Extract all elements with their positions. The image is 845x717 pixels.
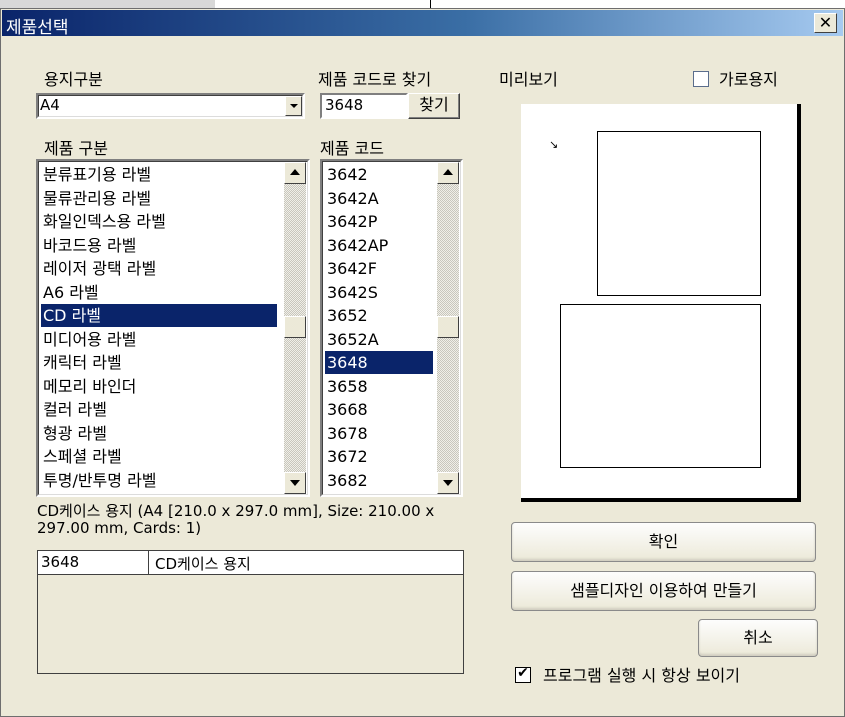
arrow-up-icon [290,169,300,175]
always-show-label[interactable]: 프로그램 실행 시 항상 보이기 [543,662,740,686]
arrow-down-icon [290,480,300,486]
code-search-input[interactable]: 3648 [320,93,408,119]
find-button[interactable]: 찾기 [408,93,460,119]
code-scroll-down-button[interactable] [437,472,459,494]
code-search-value: 3648 [325,96,364,114]
category-scroll-up-button[interactable] [284,162,306,184]
list-item-code[interactable]: 3642F [325,257,433,280]
list-item-code[interactable]: 3672 [325,445,433,468]
sample-design-button[interactable]: 샘플디자인 이용하여 만들기 [511,571,816,611]
preview-label-bottom [560,304,761,468]
list-item-code[interactable]: 3642P [325,210,433,233]
preview-pane: ↘ [521,104,801,502]
background-tab [0,0,215,8]
code-scrollbar[interactable] [437,162,459,494]
list-item-code[interactable]: 3648 [325,351,433,374]
table-cell-name: CD케이스 용지 [155,555,251,573]
category-scroll-thumb[interactable] [284,316,306,338]
list-item-code[interactable]: 3678 [325,422,433,445]
list-item-category[interactable]: 스페셜 라벨 [41,445,277,468]
table-cell-code: 3648 [41,553,80,571]
list-item-category[interactable]: 투명/반투명 라벨 [41,469,277,492]
paper-type-label: 용지구분 [44,70,103,89]
cancel-button[interactable]: 취소 [698,619,818,657]
list-item-category[interactable]: 형광 라벨 [41,422,277,445]
list-item-category[interactable]: 캐릭터 라벨 [41,351,277,374]
title-bar[interactable]: 제품선택 ✕ [2,10,843,38]
code-scroll-up-button[interactable] [437,162,459,184]
list-item-category[interactable]: 바코드용 라벨 [41,234,277,257]
category-label: 제품 구분 [44,139,108,158]
list-item-category[interactable]: 분류표기용 라벨 [41,163,277,186]
cursor-icon: ↘ [549,138,559,151]
code-list-label: 제품 코드 [320,139,384,158]
list-item-code[interactable]: 3642A [325,187,433,210]
arrow-down-icon [443,480,453,486]
close-button[interactable]: ✕ [814,13,837,33]
list-item-category[interactable]: 메모리 바인더 [41,375,277,398]
list-item-code[interactable]: 3642S [325,281,433,304]
list-item-category[interactable]: 물류관리용 라벨 [41,187,277,210]
paper-type-select[interactable]: A4 [36,93,305,119]
list-item-category[interactable]: 미디어용 라벨 [41,328,277,351]
paper-type-value: A4 [40,96,60,114]
list-item-code[interactable]: 3652A [325,328,433,351]
preview-label-top [597,131,761,296]
list-item-category[interactable]: A6 라벨 [41,281,277,304]
category-scroll-down-button[interactable] [284,472,306,494]
code-scroll-thumb[interactable] [437,316,459,338]
list-item-category[interactable]: CD 라벨 [41,304,277,327]
paper-type-dropdown-button[interactable] [285,96,302,116]
preview-label: 미리보기 [499,70,558,89]
always-show-checkbox[interactable]: ✔ [515,665,531,683]
product-description: CD케이스 용지 (A4 [210.0 x 297.0 mm], Size: 2… [37,502,435,537]
list-item-category[interactable]: 화일인덱스용 라벨 [41,210,277,233]
code-search-label: 제품 코드로 찾기 [318,70,432,89]
table-row[interactable]: 3648 CD케이스 용지 [38,551,463,575]
landscape-checkbox[interactable] [693,71,709,87]
background-divider [430,0,431,8]
close-icon[interactable]: ✕ [819,13,832,32]
list-item-code[interactable]: 3642 [325,163,433,186]
code-list[interactable]: 3642 3642A 3642P 3642AP 3642F 3642S 3652 3652A 3… [320,159,463,497]
window-title: 제품선택 [6,18,69,38]
list-item-code[interactable]: 3642AP [325,234,433,257]
paper-type-select-frame [38,95,303,117]
list-item-code[interactable]: 3658 [325,375,433,398]
checkmark-icon: ✔ [517,665,529,681]
background-strip [0,0,845,8]
list-item-category[interactable]: 레이저 광택 라벨 [41,257,277,280]
ok-button[interactable]: 확인 [511,522,816,562]
arrow-up-icon [443,169,453,175]
list-item-category[interactable]: 컬러 라벨 [41,398,277,421]
column-divider [148,551,149,575]
selected-product-table[interactable]: 3648 CD케이스 용지 [37,550,464,674]
category-scrollbar[interactable] [284,162,306,494]
chevron-down-icon [289,104,298,108]
landscape-label[interactable]: 가로용지 [719,66,778,90]
list-item-code[interactable]: 3652 [325,304,433,327]
list-item-code[interactable]: 3668 [325,398,433,421]
category-list[interactable]: 분류표기용 라벨 물류관리용 라벨 화일인덱스용 라벨 바코드용 라벨 레이저 광택 라… [36,159,310,497]
list-item-code[interactable]: 3682 [325,469,433,492]
